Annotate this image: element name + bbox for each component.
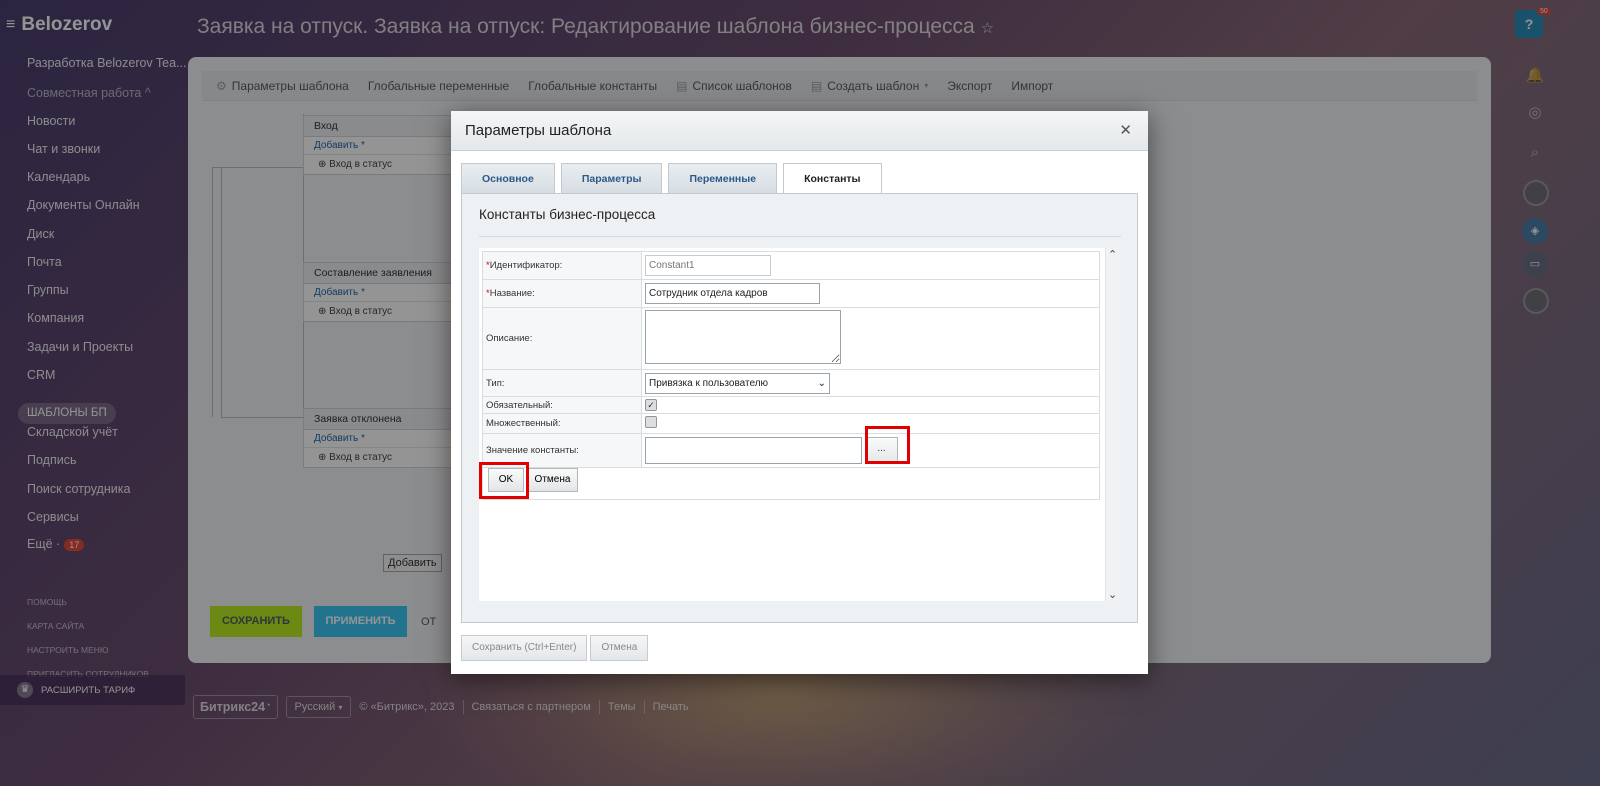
scroll-up-icon[interactable]: ⌃	[1108, 248, 1117, 261]
field-cell	[641, 279, 1100, 308]
field-label: *Название:	[482, 279, 642, 308]
close-icon[interactable]: ✕	[1119, 121, 1132, 139]
constant-value-input[interactable]	[645, 437, 862, 464]
chevron-down-icon: ⌄	[817, 377, 826, 389]
field-cell	[641, 251, 1100, 280]
constant-form: *Идентификатор: *Название: Описание: Тип…	[482, 251, 1100, 500]
multiple-label: Множественный:	[482, 413, 642, 434]
multiple-checkbox[interactable]	[645, 416, 657, 428]
type-select[interactable]: Привязка к пользователю ⌄	[645, 372, 830, 394]
form-row: Описание:	[482, 307, 1100, 370]
type-label: Тип:	[482, 369, 642, 397]
field-cell: Привязка к пользователю ⌄	[641, 369, 1100, 397]
type-value: Привязка к пользователю	[649, 377, 769, 389]
tab-panel: Константы бизнес-процесса *Идентификатор…	[461, 193, 1138, 623]
constant-form-area: *Идентификатор: *Название: Описание: Тип…	[479, 248, 1121, 601]
dialog-save-button[interactable]: Сохранить (Ctrl+Enter)	[461, 635, 588, 661]
template-params-dialog: Параметры шаблона ✕ Основное Параметры П…	[451, 111, 1148, 674]
description-textarea[interactable]	[645, 310, 841, 364]
name-input[interactable]	[645, 283, 820, 304]
id-label: Идентификатор:	[489, 260, 563, 271]
highlight-frame	[479, 462, 529, 499]
tab-parameters[interactable]: Параметры	[560, 163, 663, 193]
form-cancel-button[interactable]: Отмена	[527, 468, 578, 492]
tab-constants[interactable]: Константы	[783, 163, 882, 194]
dialog-tabs: Основное Параметры Переменные Константы	[461, 163, 882, 194]
scrollbar[interactable]: ⌃ ⌄	[1105, 248, 1121, 601]
form-row: *Название:	[482, 279, 1100, 308]
dialog-footer: Сохранить (Ctrl+Enter) Отмена	[461, 635, 649, 661]
form-row: Тип: Привязка к пользователю ⌄	[482, 369, 1100, 397]
field-label: *Идентификатор:	[482, 251, 642, 280]
required-checkbox[interactable]: ✓	[645, 399, 657, 411]
dialog-cancel-button[interactable]: Отмена	[590, 635, 649, 661]
field-cell	[641, 307, 1100, 370]
field-cell: ✓	[641, 396, 1100, 414]
form-row: Значение константы: ...	[482, 433, 1100, 468]
dialog-header: Параметры шаблона ✕	[451, 111, 1148, 151]
form-row: Множественный:	[482, 413, 1100, 434]
identifier-input[interactable]	[645, 255, 771, 276]
highlight-frame	[865, 426, 910, 464]
divider	[479, 236, 1121, 237]
section-title: Константы бизнес-процесса	[479, 207, 656, 222]
dialog-title: Параметры шаблона	[465, 122, 612, 139]
scroll-down-icon[interactable]: ⌄	[1108, 588, 1117, 601]
form-row: Обязательный: ✓	[482, 396, 1100, 414]
form-row: *Идентификатор:	[482, 251, 1100, 280]
description-label: Описание:	[482, 307, 642, 370]
tab-general[interactable]: Основное	[461, 163, 555, 193]
tab-variables[interactable]: Переменные	[668, 163, 778, 193]
required-label: Обязательный:	[482, 396, 642, 414]
name-label: Название:	[489, 288, 535, 299]
